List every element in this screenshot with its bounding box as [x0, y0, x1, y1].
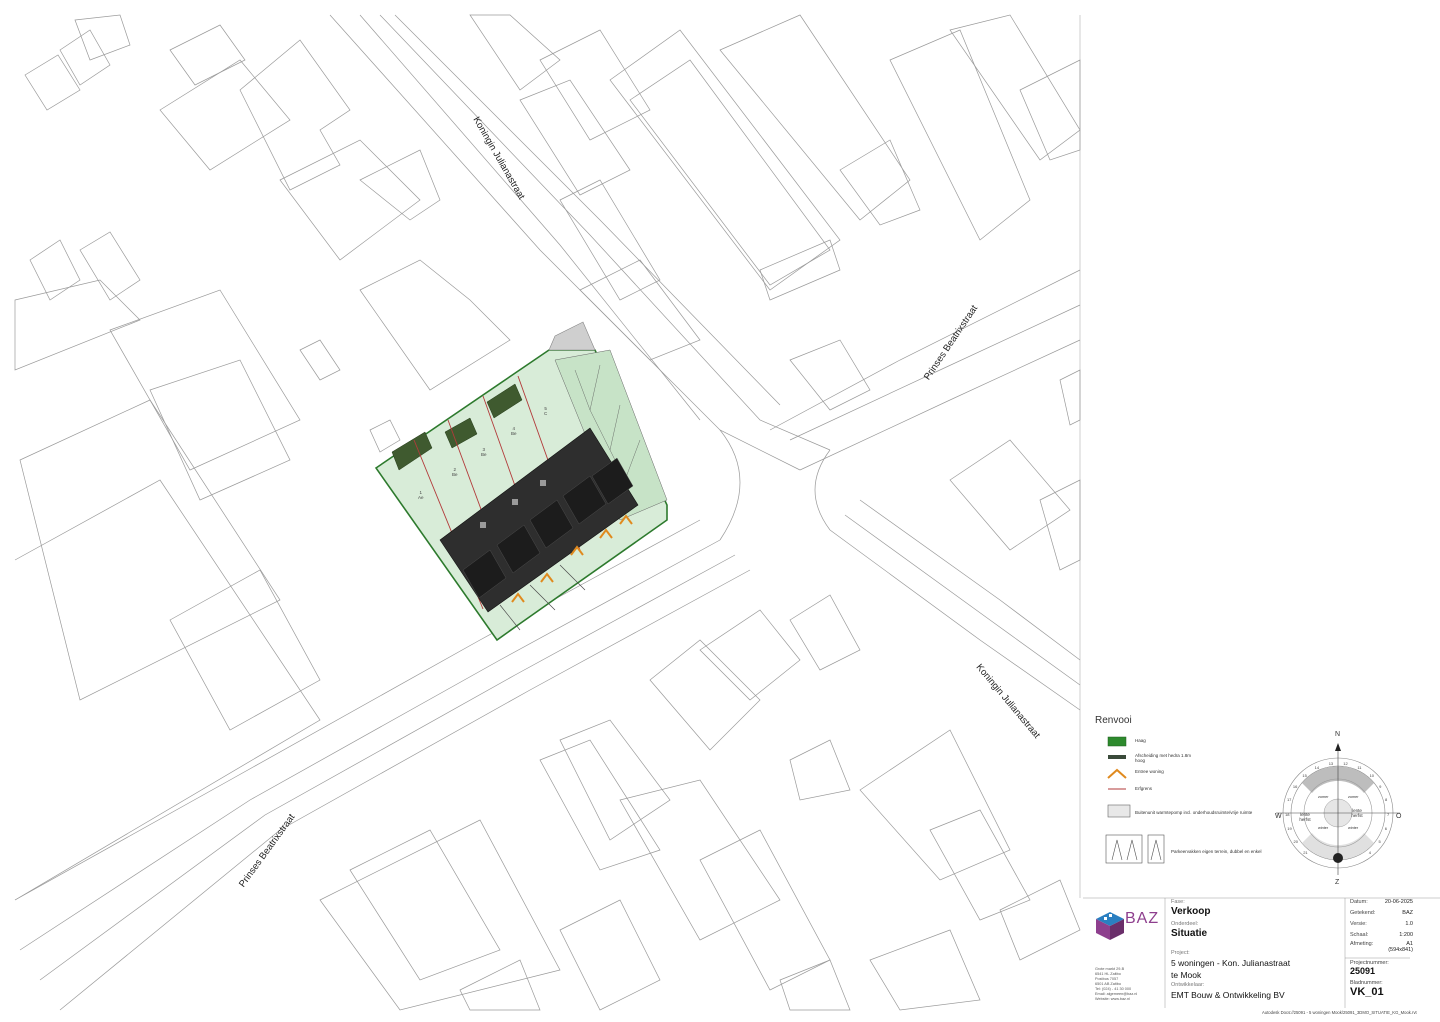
legend-item-heatpump: Buitenunit warmtepomp incl. onderhoudsru…: [1135, 810, 1253, 815]
legend-item-property-line: Erfgrens: [1135, 786, 1153, 791]
compass-south: Z: [1335, 879, 1340, 886]
compass-hour-label: 12: [1343, 760, 1348, 766]
plot-label: 3 Be: [481, 447, 487, 457]
compass-hour-label: 17: [1286, 797, 1292, 803]
compass-season-right: lente herfst: [1351, 808, 1363, 818]
fase-label: Fase:: [1171, 899, 1185, 905]
legend-title: Renvooi: [1095, 715, 1132, 726]
office-address-line: Email: algemeen@baz.nl: [1095, 992, 1138, 996]
title-block: Fase: Verkoop Onderdeel: Situatie Projec…: [1083, 897, 1440, 1009]
datum-value: 20-06-2025: [1384, 899, 1413, 905]
project-label: Project:: [1171, 950, 1190, 956]
file-path: Autodesk Docs://25091 - 5 woningen Mook/…: [1262, 1010, 1417, 1015]
compass-hour-label: 14: [1314, 764, 1320, 770]
office-address-line: Grote markt 29-B: [1095, 967, 1125, 971]
getekend-value: BAZ: [1402, 910, 1413, 916]
compass-ring-winter: winter: [1318, 826, 1329, 830]
compass-hour-label: 5: [1378, 839, 1381, 845]
compass-ring-winter: winter: [1348, 826, 1359, 830]
plot-label: 4 Be: [511, 426, 517, 436]
legend-item-fence: Afscheiding met hedra 1.8m hoog: [1135, 753, 1192, 763]
compass-hour-label: 13: [1328, 760, 1334, 766]
plot-label: 1 Ae: [418, 490, 424, 500]
ontwikkelaar-label: Ontwikkelaar:: [1171, 982, 1205, 988]
afmeting-sub: (594x841): [1388, 947, 1413, 953]
office-address-line: 6501 AB Zaltbo: [1095, 982, 1121, 986]
compass-hour-label: 21: [1303, 850, 1308, 856]
plot-label: 5C: [544, 406, 548, 416]
project-line-2: te Mook: [1171, 970, 1202, 980]
legend-item-hedge: Haag: [1135, 738, 1146, 743]
compass-ring-zomer: zomer: [1318, 795, 1329, 799]
compass-west: W: [1275, 813, 1282, 820]
versie-value: 1.0: [1405, 921, 1413, 927]
compass-hour-label: 16: [1292, 783, 1298, 789]
compass-hour-label: 19: [1287, 825, 1292, 831]
projectnummer-value: 25091: [1350, 966, 1376, 976]
legend-item-parking: Parkeervakken eigen terrein, dubbel en e…: [1171, 849, 1262, 854]
compass-hour-label: 7: [1386, 811, 1390, 817]
onderdeel-value: Situatie: [1171, 928, 1208, 939]
office-address-line: Postbus 7057: [1095, 977, 1119, 981]
office-address-line: 6541 HL Zaltbo: [1095, 972, 1121, 976]
compass-hour-label: 8: [1385, 797, 1388, 803]
office-address-line: Website: www.baz.nl: [1095, 997, 1130, 1001]
schaal-value: 1:200: [1399, 932, 1413, 938]
compass-hour-label: 15: [1302, 772, 1307, 778]
legend-item-entrance: Entree woning: [1135, 769, 1164, 774]
project-line-1: 5 woningen - Kon. Julianastraat: [1171, 958, 1291, 968]
compass-season-left: lente herfst: [1299, 812, 1311, 822]
bladnummer-value: VK_01: [1350, 986, 1384, 998]
ontwikkelaar-value: EMT Bouw & Ontwikkeling BV: [1171, 990, 1285, 1000]
onderdeel-label: Onderdeel:: [1171, 921, 1199, 927]
compass-east: O: [1396, 813, 1402, 820]
compass-hour-label: 11: [1357, 764, 1362, 770]
drawing-sheet: Koningin Julianastraat Prinses Beatrixst…: [0, 0, 1440, 1017]
compass-hour-label: 4: [1368, 850, 1372, 856]
compass-hour-label: 20: [1293, 839, 1298, 845]
fase-value: Verkoop: [1171, 906, 1211, 917]
compass-hour-label: 18: [1285, 811, 1290, 817]
compass-north: N: [1335, 731, 1341, 738]
compass-hour-label: 10: [1369, 772, 1375, 778]
legend: Renvooi Haag Afscheiding met hedra 1.8m …: [1083, 713, 1440, 898]
plot-label: 2 Be: [452, 467, 458, 477]
logo-text: BAZ: [1125, 910, 1160, 927]
compass-hour-label: 6: [1384, 825, 1387, 831]
compass-hour-label: 9: [1379, 783, 1382, 789]
compass-ring-zomer: zomer: [1348, 795, 1359, 799]
office-address-line: Tel: (024) - 41 30 000: [1095, 987, 1132, 991]
